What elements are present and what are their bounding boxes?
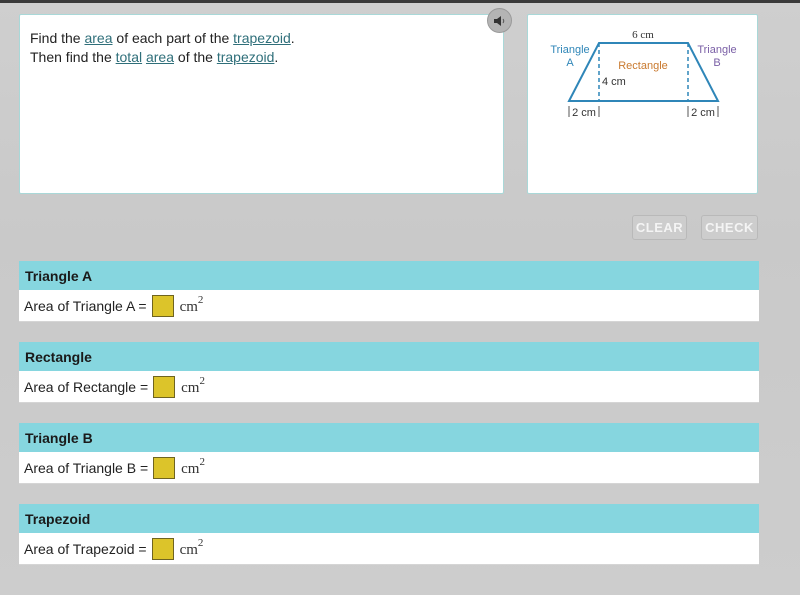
height-label: 4 cm <box>602 76 626 88</box>
trapezoid-outline <box>567 42 720 102</box>
prompt-card: Find the area of each part of the trapez… <box>19 14 504 194</box>
unit-label: cm2 <box>181 374 205 397</box>
prompt-line-2: Then find the total area of the trapezoi… <box>30 48 295 67</box>
section-triangle-a: Triangle A Area of Triangle A = cm2 <box>19 261 759 322</box>
unit-label: cm2 <box>179 536 204 559</box>
unit-text: cm <box>181 460 200 477</box>
prompt-text-segment: . <box>290 30 295 46</box>
unit-exponent: 2 <box>197 293 204 306</box>
top-length-label: 6 cm <box>632 29 654 41</box>
unit-label: cm2 <box>181 455 205 478</box>
top-bar <box>0 0 800 3</box>
unit-label: cm2 <box>179 293 204 316</box>
unit-exponent: 2 <box>199 374 205 387</box>
answer-label: Area of Triangle B = <box>24 459 149 476</box>
rectangle-label: Rectangle <box>618 60 668 72</box>
section-title: Rectangle <box>19 342 759 371</box>
glossary-link-trapezoid[interactable]: trapezoid <box>217 49 275 65</box>
section-body: Area of Rectangle = cm2 <box>19 371 759 403</box>
section-trapezoid: Trapezoid Area of Trapezoid = cm2 <box>19 504 759 565</box>
glossary-link-total[interactable]: total <box>116 49 142 65</box>
section-triangle-b: Triangle B Area of Triangle B = cm2 <box>19 423 759 484</box>
left-base-label: 2 cm <box>572 107 596 119</box>
unit-exponent: 2 <box>199 455 205 468</box>
triangle-b-letter: B <box>713 57 720 69</box>
section-title: Trapezoid <box>19 504 759 533</box>
answer-input-trapezoid[interactable] <box>151 537 174 560</box>
unit-text: cm <box>179 541 198 558</box>
answer-input-rectangle[interactable] <box>153 375 176 398</box>
prompt-text-segment: of each part of the <box>112 30 234 46</box>
answer-label: Area of Rectangle = <box>24 378 149 395</box>
trapezoid-figure-card: 6 cm Triangle A Triangle B Rectangle 4 c… <box>527 14 758 194</box>
prompt-text-segment: . <box>274 49 279 65</box>
prompt-text-segment: Find the <box>30 30 85 46</box>
glossary-link-trapezoid[interactable]: trapezoid <box>233 30 291 46</box>
section-title: Triangle B <box>19 423 759 452</box>
unit-text: cm <box>179 298 198 315</box>
answer-input-triangle-b[interactable] <box>153 456 176 479</box>
triangle-a-letter: A <box>566 57 574 69</box>
check-button[interactable]: CHECK <box>701 215 758 240</box>
section-body: Area of Triangle A = cm2 <box>19 290 759 322</box>
answer-input-triangle-a[interactable] <box>151 294 174 317</box>
section-rectangle: Rectangle Area of Rectangle = cm2 <box>19 342 759 403</box>
unit-text: cm <box>181 379 200 396</box>
prompt-line-1: Find the area of each part of the trapez… <box>30 29 295 48</box>
section-body: Area of Triangle B = cm2 <box>19 452 759 484</box>
clear-button[interactable]: CLEAR <box>632 215 687 240</box>
section-body: Area of Trapezoid = cm2 <box>19 533 759 565</box>
triangle-b-label: Triangle <box>697 44 736 56</box>
unit-exponent: 2 <box>197 536 204 549</box>
audio-button[interactable] <box>487 8 512 33</box>
glossary-link-area[interactable]: area <box>146 49 174 65</box>
prompt-text-segment: of the <box>174 49 217 65</box>
section-title: Triangle A <box>19 261 759 290</box>
right-base-label: 2 cm <box>691 107 715 119</box>
answer-label: Area of Trapezoid = <box>24 540 147 557</box>
answer-label: Area of Triangle A = <box>24 297 147 314</box>
glossary-link-area[interactable]: area <box>84 30 112 46</box>
speaker-icon <box>493 15 504 26</box>
prompt-text-segment: Then find the <box>30 49 116 65</box>
prompt-text: Find the area of each part of the trapez… <box>30 29 295 67</box>
trapezoid-diagram: 6 cm Triangle A Triangle B Rectangle 4 c… <box>550 29 736 119</box>
triangle-a-label: Triangle <box>550 44 589 56</box>
